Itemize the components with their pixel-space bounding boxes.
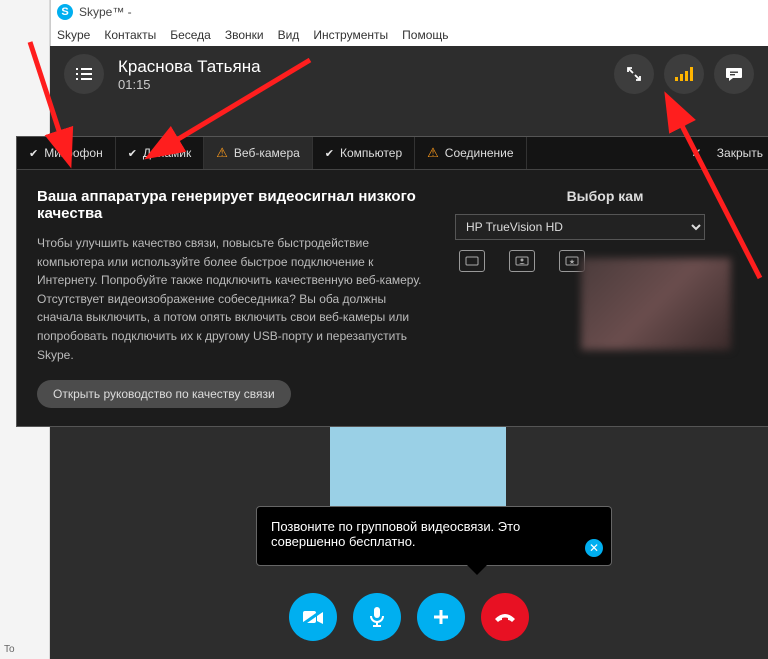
call-header: Краснова Татьяна 01:15: [50, 46, 768, 102]
video-off-icon: [301, 608, 325, 626]
hangup-icon: [493, 611, 517, 623]
tab-webcam[interactable]: ⚠ Веб-камера: [204, 137, 313, 169]
add-participant-button[interactable]: [417, 593, 465, 641]
contact-block: Краснова Татьяна 01:15: [118, 57, 614, 92]
check-icon: ✔: [128, 147, 137, 160]
fullscreen-icon: [626, 66, 642, 82]
call-controls: [50, 593, 768, 641]
tab-connection-label: Соединение: [445, 146, 514, 160]
tooltip-close-button[interactable]: ✕: [585, 539, 603, 557]
call-window: Краснова Татьяна 01:15 ✔Микрофон ✔Динами…: [50, 46, 768, 659]
camera-select[interactable]: HP TrueVision HD: [455, 214, 705, 240]
diag-tabs: ✔ Микрофон ✔ Динамик ⚠ Веб-камера ✔ Компьюте…: [17, 137, 768, 170]
diag-body-text: Чтобы улучшить качество связи, повысьте …: [37, 234, 435, 364]
menu-tools[interactable]: Инструменты: [313, 28, 388, 42]
tab-computer-label: Компьютер: [340, 146, 402, 160]
open-guide-button[interactable]: Открыть руководство по качеству связи: [37, 380, 291, 408]
menu-calls[interactable]: Звонки: [225, 28, 264, 42]
skype-logo-icon: S: [57, 4, 73, 20]
tab-microphone[interactable]: ✔ Микрофон: [17, 137, 116, 169]
tab-speaker[interactable]: ✔ Динамик: [116, 137, 205, 169]
close-icon: ✕: [691, 146, 701, 160]
list-icon: [75, 67, 93, 81]
camera-overlay-none-icon[interactable]: [459, 250, 485, 272]
contact-name: Краснова Татьяна: [118, 57, 614, 77]
menu-bar: Skype Контакты Беседа Звонки Вид Инструм…: [51, 24, 768, 46]
menu-conversation[interactable]: Беседа: [170, 28, 211, 42]
menu-contacts[interactable]: Контакты: [104, 28, 156, 42]
tab-close-label: Закрыть: [717, 146, 763, 160]
title-bar: S Skype™ -: [51, 0, 768, 24]
warning-icon: ⚠: [427, 145, 439, 161]
chat-button[interactable]: [714, 54, 754, 94]
tooltip-text: Позвоните по групповой видеосвязи. Это с…: [271, 519, 520, 549]
hangup-button[interactable]: [481, 593, 529, 641]
svg-text:★: ★: [569, 258, 575, 266]
close-icon: ✕: [589, 541, 599, 555]
window-title: Skype™ -: [79, 5, 132, 19]
microphone-icon: [369, 606, 385, 628]
list-button[interactable]: [64, 54, 104, 94]
tab-connection[interactable]: ⚠ Соединение: [415, 137, 526, 169]
tab-webcam-label: Веб-камера: [234, 146, 300, 160]
check-icon: ✔: [29, 147, 38, 160]
warning-icon: ⚠: [216, 145, 228, 161]
camera-preview: [581, 258, 731, 350]
tab-microphone-label: Микрофон: [44, 146, 102, 160]
signal-bars-icon: [675, 67, 693, 81]
quality-button[interactable]: [664, 54, 704, 94]
tab-speaker-label: Динамик: [143, 146, 191, 160]
chat-icon: [725, 66, 743, 82]
camera-overlay-avatar-icon[interactable]: [509, 250, 535, 272]
plus-icon: [431, 607, 451, 627]
menu-skype[interactable]: Skype: [57, 28, 90, 42]
toggle-mic-button[interactable]: [353, 593, 401, 641]
diagnostics-panel: ✔ Микрофон ✔ Динамик ⚠ Веб-камера ✔ Компьюте…: [16, 136, 768, 427]
menu-view[interactable]: Вид: [278, 28, 300, 42]
menu-help[interactable]: Помощь: [402, 28, 448, 42]
call-duration: 01:15: [118, 77, 614, 92]
group-call-tooltip: Позвоните по групповой видеосвязи. Это с…: [256, 506, 612, 566]
diag-heading: Ваша аппаратура генерирует видеосигнал н…: [37, 188, 435, 222]
bg-label: To: [4, 644, 15, 655]
tab-computer[interactable]: ✔ Компьютер: [313, 137, 415, 169]
tab-close[interactable]: ✕ Закрыть: [679, 137, 768, 169]
camera-select-title: Выбор кам: [455, 188, 755, 204]
toggle-video-button[interactable]: [289, 593, 337, 641]
fullscreen-button[interactable]: [614, 54, 654, 94]
check-icon: ✔: [325, 147, 334, 160]
